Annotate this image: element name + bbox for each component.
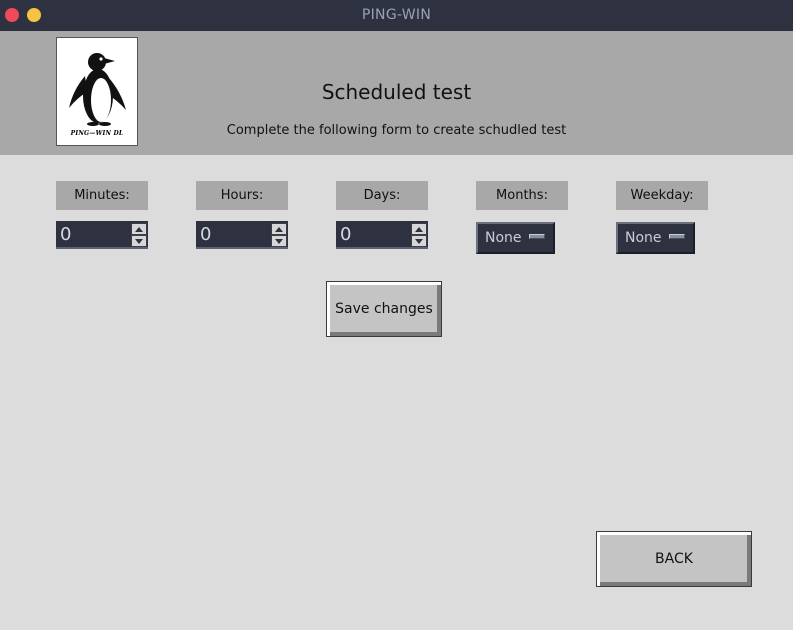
days-decrement-button[interactable] [411,235,427,247]
back-button[interactable]: BACK [596,531,752,587]
dropdown-indicator-icon [669,234,685,239]
minutes-increment-button[interactable] [131,223,147,235]
hours-value[interactable]: 0 [200,224,211,245]
hours-decrement-button[interactable] [271,235,287,247]
months-selected-value: None [485,230,522,246]
days-spinbox[interactable]: 0 [336,221,428,249]
window-title: PING-WIN [361,7,432,23]
header: PING—WIN DL Scheduled test Complete the … [0,31,793,155]
days-increment-button[interactable] [411,223,427,235]
days-value[interactable]: 0 [340,224,351,245]
hours-spinbox[interactable]: 0 [196,221,288,249]
months-label: Months: [476,181,568,210]
page-title: Scheduled test [321,80,472,104]
hours-increment-button[interactable] [271,223,287,235]
minutes-spinbox[interactable]: 0 [56,221,148,249]
weekday-dropdown[interactable]: None [616,222,695,254]
weekday-label: Weekday: [616,181,708,210]
minutes-value[interactable]: 0 [60,224,71,245]
hours-label: Hours: [196,181,288,210]
window-titlebar: PING-WIN [0,0,793,31]
save-changes-button[interactable]: Save changes [326,281,442,337]
weekday-selected-value: None [625,230,662,246]
page-subtitle: Complete the following form to create sc… [226,123,567,138]
months-dropdown[interactable]: None [476,222,555,254]
minutes-label: Minutes: [56,181,148,210]
dropdown-indicator-icon [529,234,545,239]
days-label: Days: [336,181,428,210]
minutes-decrement-button[interactable] [131,235,147,247]
